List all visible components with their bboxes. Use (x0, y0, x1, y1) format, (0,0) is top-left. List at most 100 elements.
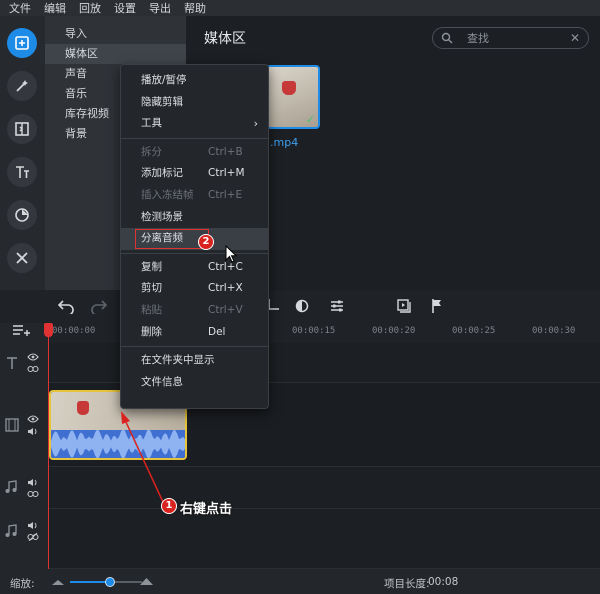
ruler-tick-label: 00:00:20 (372, 326, 416, 336)
link-icon[interactable] (27, 490, 39, 498)
chevron-right-icon: › (253, 117, 258, 131)
menu-item-label: 添加标记 (141, 167, 183, 180)
undo-icon[interactable] (57, 298, 75, 314)
tools-icon[interactable] (7, 243, 37, 273)
menu-separator (121, 346, 268, 348)
link-icon[interactable] (27, 365, 39, 373)
context-menu-item[interactable]: 工具 › (121, 113, 268, 135)
marker-flag-icon[interactable] (430, 298, 444, 314)
ruler-tick-label: 00:00:30 (532, 326, 576, 336)
search-icon (441, 32, 453, 44)
zoom-slider-handle[interactable] (104, 577, 115, 587)
audio-track-lane[interactable] (48, 467, 600, 509)
context-menu-item[interactable]: 删除 Del (121, 322, 268, 344)
status-bar: 缩放: 项目长度: 00:08 (0, 569, 600, 594)
clear-icon[interactable]: ✕ (570, 31, 580, 45)
transitions-icon[interactable] (7, 114, 37, 144)
menu-item[interactable]: 回放 (79, 0, 101, 16)
category-item[interactable]: 媒体区 (45, 44, 186, 64)
add-media-icon[interactable] (7, 28, 37, 58)
speaker-icon[interactable] (27, 521, 39, 530)
audio-track-icon (5, 480, 17, 493)
redo-icon[interactable] (90, 298, 108, 314)
playhead[interactable] (48, 323, 49, 569)
menu-item[interactable]: 导出 (149, 0, 171, 16)
menu-item-label: 插入冻结帧 (141, 188, 194, 201)
thumbnail-image (282, 81, 296, 95)
step2-badge: 2 (198, 234, 214, 250)
ruler-tick-label: 00:00:15 (292, 326, 336, 336)
context-menu: 播放/暂停隐藏剪辑工具 › 拆分 Ctrl+B 添加标记 Ctrl+M 插入冻结帧 Ctrl+… (120, 64, 269, 409)
category-item[interactable]: 导入 (45, 24, 186, 44)
music-track-lane[interactable] (48, 509, 600, 569)
mouse-cursor-icon (225, 245, 237, 263)
titles-icon[interactable] (7, 157, 37, 187)
search-box[interactable]: ✕ (432, 27, 589, 49)
settings-sliders-icon[interactable] (329, 298, 345, 314)
menu-item-label: 检测场景 (141, 210, 183, 223)
ruler-tick-label: 00:00:00 (52, 326, 96, 336)
add-track-icon[interactable] (12, 323, 32, 337)
menu-item[interactable]: 编辑 (44, 0, 66, 16)
context-menu-item[interactable]: 剪切 Ctrl+X (121, 278, 268, 300)
search-input[interactable] (467, 30, 567, 46)
menu-item-shortcut: Ctrl+B (208, 145, 243, 158)
text-track-icon (7, 357, 17, 369)
context-menu-item: 插入冻结帧 Ctrl+E (121, 185, 268, 207)
playhead-handle[interactable] (44, 323, 53, 337)
menu-item-label: 在文件夹中显示 (141, 354, 215, 367)
magic-wand-icon[interactable] (7, 71, 37, 101)
menu-separator (121, 137, 268, 139)
zoom-slider[interactable] (70, 577, 142, 587)
menu-item-shortcut: Ctrl+E (208, 188, 243, 201)
zoom-in-icon[interactable] (140, 576, 153, 585)
media-panel-title: 媒体区 (204, 31, 246, 47)
menu-item-shortcut: Ctrl+X (208, 282, 243, 295)
menu-separator (121, 252, 268, 254)
speaker-icon[interactable] (27, 427, 39, 436)
context-menu-item: 粘贴 Ctrl+V (121, 300, 268, 322)
context-menu-item[interactable]: 添加标记 Ctrl+M (121, 163, 268, 185)
project-length-value: 00:08 (428, 576, 459, 588)
filters-icon[interactable] (7, 200, 37, 230)
menu-item-label: 隐藏剪辑 (141, 95, 183, 108)
menu-item-label: 复制 (141, 260, 162, 273)
speaker-icon[interactable] (27, 478, 39, 487)
media-thumbnail[interactable]: ✓ (266, 65, 320, 129)
context-menu-item[interactable]: 播放/暂停 (121, 70, 268, 92)
ruler-tick-label: 00:00:25 (452, 326, 496, 336)
menu-item[interactable]: 设置 (114, 0, 136, 16)
menu-item-label: 粘贴 (141, 303, 162, 316)
menu-item[interactable]: 帮助 (184, 0, 206, 16)
track-headers (0, 323, 48, 569)
context-menu-item[interactable]: 复制 Ctrl+C (121, 257, 268, 279)
context-menu-item[interactable]: 检测场景 (121, 207, 268, 229)
menubar: 文件 编辑 回放 设置 导出 帮助 (0, 0, 600, 16)
step1-badge: 1 (161, 498, 177, 514)
menu-item[interactable]: 文件 (9, 0, 31, 16)
visibility-eye-icon[interactable] (27, 415, 39, 423)
link-off-icon[interactable] (27, 533, 39, 541)
context-menu-item: 拆分 Ctrl+B (121, 142, 268, 164)
zoom-out-icon[interactable] (52, 577, 64, 585)
project-length-label: 项目长度: (384, 578, 430, 590)
context-menu-item[interactable]: 分离音频 (121, 228, 268, 250)
step1-label: 右键点击 (180, 502, 233, 517)
menu-item-label: 剪切 (141, 282, 162, 295)
menu-item-shortcut: Ctrl+M (208, 167, 245, 180)
menu-item-shortcut: Del (208, 325, 226, 338)
menu-item-label: 拆分 (141, 145, 162, 158)
context-menu-item[interactable]: 在文件夹中显示 (121, 350, 268, 372)
menu-item-label: 分离音频 (141, 232, 183, 245)
context-menu-item[interactable]: 隐藏剪辑 (121, 92, 268, 114)
visibility-eye-icon[interactable] (27, 353, 39, 361)
context-menu-item[interactable]: 文件信息 (121, 372, 268, 394)
export-frame-icon[interactable] (396, 298, 412, 314)
check-icon: ✓ (305, 113, 315, 126)
menu-item-label: 文件信息 (141, 375, 183, 388)
menu-item-shortcut: Ctrl+V (208, 303, 243, 316)
video-track-icon (5, 418, 19, 432)
zoom-slider-fill (70, 581, 110, 583)
clip-audio-waveform (51, 430, 185, 458)
color-adjust-icon[interactable] (295, 298, 309, 314)
